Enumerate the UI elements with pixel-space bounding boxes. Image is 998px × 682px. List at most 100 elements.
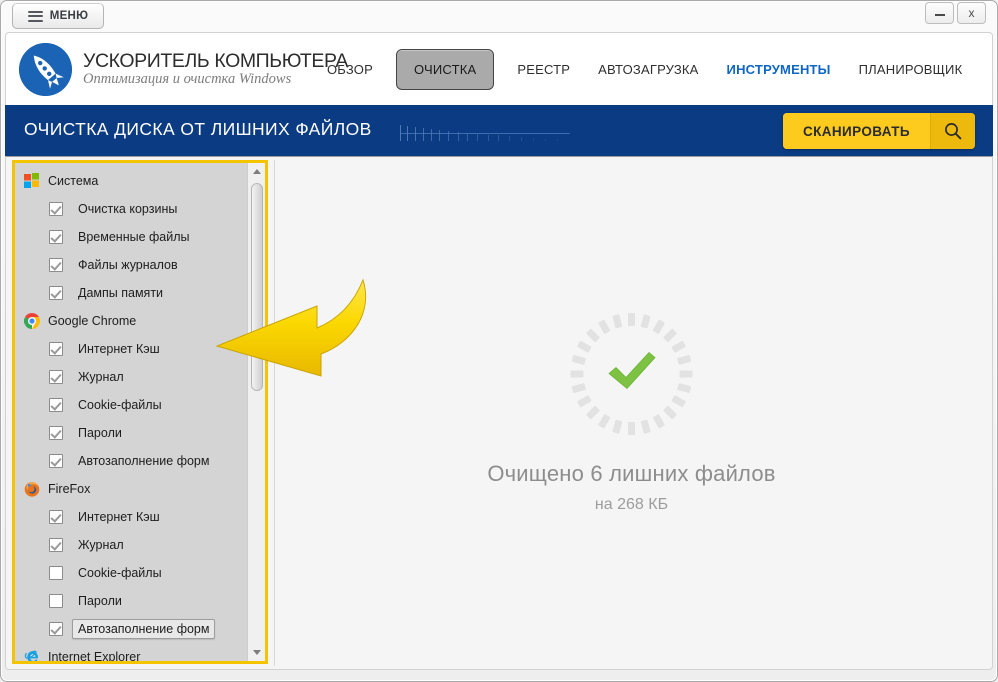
ring-dash	[585, 404, 601, 420]
checkbox[interactable]	[49, 370, 63, 384]
checkbox[interactable]	[49, 230, 63, 244]
internet-explorer-logo-icon	[24, 649, 40, 661]
tree-item-label: Cookie-файлы	[78, 566, 162, 580]
checkmark-glyph	[604, 347, 660, 400]
tree-item-label: Очистка корзины	[78, 202, 178, 216]
ring-dash	[576, 394, 592, 408]
tree-item-ochistka-korziny[interactable]: Очистка корзины	[15, 195, 247, 223]
hamburger-icon	[27, 10, 43, 22]
scan-button[interactable]: СКАНИРОВАТЬ	[782, 113, 975, 149]
tree-item-label: Автозаполнение форм	[72, 619, 216, 639]
ring-dash	[571, 382, 587, 393]
nav-item-ochistka[interactable]: ОЧИСТКА	[396, 49, 495, 90]
checkbox[interactable]	[49, 594, 63, 608]
ring-dash	[640, 313, 651, 329]
result-title: Очищено 6 лишних файлов	[487, 460, 776, 486]
tree-item-firefox-paroli[interactable]: Пароли	[15, 587, 247, 615]
main-navigation: ОБЗОР ОЧИСТКА РЕЕСТР АВТОЗАГРУЗКА ИНСТРУ…	[313, 33, 976, 106]
tree-item-label: Дампы памяти	[78, 286, 164, 300]
result-panel: Очищено 6 лишних файлов на 268 КБ	[274, 160, 988, 666]
tree-group-label: Internet Explorer	[48, 650, 141, 661]
checkbox[interactable]	[49, 622, 63, 636]
tree-item-firefox-cookie-fajly[interactable]: Cookie-файлы	[15, 559, 247, 587]
ring-dash	[679, 370, 693, 377]
ring-dash	[571, 354, 587, 365]
checkbox[interactable]	[49, 202, 63, 216]
search-icon	[930, 113, 975, 149]
scroll-up-icon[interactable]	[248, 163, 265, 180]
nav-item-avtozagruzka[interactable]: АВТОЗАГРУЗКА	[584, 63, 712, 76]
checkbox[interactable]	[49, 342, 63, 356]
tree-item-label: Журнал	[78, 370, 124, 384]
tree-item-vremennye-fajly[interactable]: Временные файлы	[15, 223, 247, 251]
tree-list: Система Очистка корзины Временные файлы …	[15, 167, 247, 661]
ring-dash	[676, 354, 692, 365]
minimize-button[interactable]	[925, 2, 954, 24]
cleanup-items-tree: Система Очистка корзины Временные файлы …	[12, 160, 268, 664]
section-banner: ОЧИСТКА ДИСКА ОТ ЛИШНИХ ФАЙЛОВ СКАНИРОВА…	[5, 105, 993, 156]
tree-item-label: Временные файлы	[78, 230, 190, 244]
tree-item-chrome-cookie-fajly[interactable]: Cookie-файлы	[15, 391, 247, 419]
tree-item-chrome-zhurnal[interactable]: Журнал	[15, 363, 247, 391]
tree-item-firefox-avtozapolnenie-form[interactable]: Автозаполнение форм	[15, 615, 247, 643]
ring-dash	[585, 327, 601, 343]
tree-item-chrome-avtozapolnenie-form[interactable]: Автозаполнение форм	[15, 447, 247, 475]
ring-dash	[597, 413, 611, 429]
ring-dash	[570, 370, 584, 377]
tree-item-chrome-paroli[interactable]: Пароли	[15, 419, 247, 447]
tree-group-sistema[interactable]: Система	[15, 167, 247, 195]
tree-item-dampy-pamyati[interactable]: Дампы памяти	[15, 279, 247, 307]
tree-item-chrome-internet-kesh[interactable]: Интернет Кэш	[15, 335, 247, 363]
ring-dash	[652, 318, 666, 334]
tree-group-label: Система	[48, 174, 99, 188]
brand-tagline: Оптимизация и очистка Windows	[83, 71, 292, 88]
close-button[interactable]: x	[957, 2, 986, 24]
close-icon: x	[968, 6, 975, 20]
tree-item-label: Пароли	[78, 426, 122, 440]
checkbox[interactable]	[49, 426, 63, 440]
titlebar: МЕНЮ x	[0, 0, 998, 32]
tree-item-firefox-internet-kesh[interactable]: Интернет Кэш	[15, 503, 247, 531]
tree-group-internet-explorer[interactable]: Internet Explorer	[15, 643, 247, 661]
nav-item-instrumenty[interactable]: ИНСТРУМЕНТЫ	[713, 63, 845, 76]
tree-item-label: Автозаполнение форм	[78, 454, 210, 468]
scrollbar-thumb[interactable]	[251, 183, 263, 391]
tree-scrollbar[interactable]	[247, 163, 265, 661]
tree-item-label: Cookie-файлы	[78, 398, 162, 412]
ring-dash	[652, 413, 666, 429]
tree-group-label: FireFox	[48, 482, 91, 496]
tree-item-firefox-zhurnal[interactable]: Журнал	[15, 531, 247, 559]
ring-dash	[597, 318, 611, 334]
windows-logo-icon	[24, 173, 40, 189]
menu-button[interactable]: МЕНЮ	[12, 3, 104, 29]
result-subtitle: на 268 КБ	[594, 495, 669, 513]
nav-item-obzor[interactable]: ОБЗОР	[313, 63, 387, 76]
tree-group-google-chrome[interactable]: Google Chrome	[15, 307, 247, 335]
checkbox[interactable]	[49, 454, 63, 468]
ruler-decoration	[400, 122, 570, 141]
menu-button-label: МЕНЮ	[49, 10, 89, 22]
content-area: Система Очистка корзины Временные файлы …	[5, 156, 993, 670]
checkbox[interactable]	[49, 510, 63, 524]
tree-group-firefox[interactable]: FireFox	[15, 475, 247, 503]
ring-dash	[676, 382, 692, 393]
checkbox[interactable]	[49, 398, 63, 412]
checkbox[interactable]	[49, 286, 63, 300]
checkbox[interactable]	[49, 258, 63, 272]
nav-item-planirovshchik[interactable]: ПЛАНИРОВЩИК	[845, 63, 977, 76]
tree-scroll-viewport: Система Очистка корзины Временные файлы …	[15, 163, 247, 661]
tree-item-fajly-zhurnalov[interactable]: Файлы журналов	[15, 251, 247, 279]
brand-logo[interactable]: УСКОРИТЕЛЬ КОМПЬЮТЕРА Оптимизация и очис…	[19, 43, 348, 96]
ring-dash	[612, 313, 623, 329]
checkbox[interactable]	[49, 566, 63, 580]
ring-dash	[671, 394, 687, 408]
window-controls: x	[925, 2, 986, 24]
nav-item-reestr[interactable]: РЕЕСТР	[503, 63, 584, 76]
scroll-down-icon[interactable]	[248, 644, 265, 661]
checkbox[interactable]	[49, 538, 63, 552]
tree-group-label: Google Chrome	[48, 314, 137, 328]
minimize-icon	[934, 14, 945, 16]
ring-dash	[628, 312, 635, 326]
green-check-icon	[570, 312, 693, 435]
section-title: ОЧИСТКА ДИСКА ОТ ЛИШНИХ ФАЙЛОВ	[24, 119, 372, 139]
